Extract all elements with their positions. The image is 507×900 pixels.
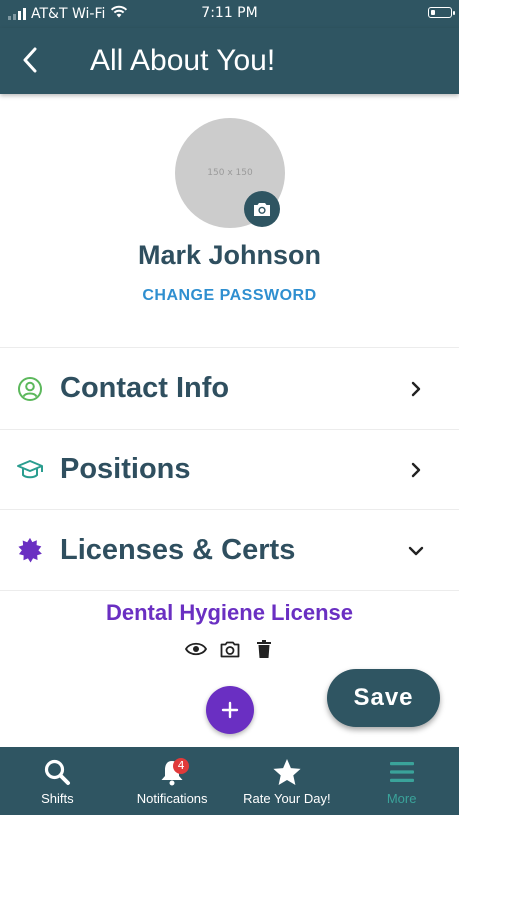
section-title: Positions: [60, 453, 191, 485]
tab-more[interactable]: More: [344, 747, 459, 815]
tab-rate-your-day[interactable]: Rate Your Day!: [230, 747, 345, 815]
tab-label: Notifications: [136, 791, 208, 806]
badge-certificate-icon: [16, 537, 44, 565]
app-header: All About You!: [0, 28, 459, 94]
chevron-right-icon: [404, 377, 428, 401]
menu-icon: [389, 757, 415, 787]
tab-label: More: [386, 791, 417, 806]
notification-count-badge: 4: [173, 758, 190, 774]
trash-icon[interactable]: [253, 638, 275, 660]
battery-icon: [428, 7, 455, 18]
graduation-cap-icon: [16, 456, 44, 484]
bell-icon: 4: [159, 757, 190, 787]
change-photo-button[interactable]: [244, 191, 280, 227]
divider: [0, 509, 459, 510]
section-title: Licenses & Certs: [60, 534, 296, 566]
bottom-tab-bar: Shifts 4 Notifications Rate Your Day! Mo…: [0, 747, 459, 815]
app-screen: AT&T Wi-Fi 7:11 PM All About You! 150 x …: [0, 0, 459, 815]
section-title: Contact Info: [60, 372, 230, 404]
divider: [0, 590, 459, 591]
section-contact-info[interactable]: Contact Info: [0, 349, 459, 429]
divider: [0, 347, 459, 348]
plus-icon: [221, 701, 239, 719]
user-circle-icon: [16, 375, 44, 403]
tab-label: Shifts: [41, 791, 74, 806]
tab-shifts[interactable]: Shifts: [0, 747, 115, 815]
chevron-right-icon: [404, 458, 428, 482]
chevron-down-icon: [404, 539, 428, 563]
save-button[interactable]: Save: [327, 669, 440, 727]
chevron-left-icon: [23, 47, 37, 73]
change-password-link[interactable]: CHANGE PASSWORD: [0, 287, 459, 305]
section-positions[interactable]: Positions: [0, 430, 459, 510]
license-name[interactable]: Dental Hygiene License: [0, 600, 459, 626]
avatar-placeholder-text: 150 x 150: [207, 168, 253, 178]
tab-notifications[interactable]: 4 Notifications: [115, 747, 230, 815]
camera-icon: [254, 202, 270, 216]
back-button[interactable]: [14, 43, 46, 77]
license-actions: [0, 638, 459, 660]
add-license-button[interactable]: [206, 686, 254, 734]
page-title: All About You!: [90, 44, 276, 77]
status-bar: AT&T Wi-Fi 7:11 PM: [0, 0, 459, 28]
star-icon: [272, 757, 302, 787]
section-licenses-certs[interactable]: Licenses & Certs: [0, 511, 459, 591]
camera-icon[interactable]: [219, 638, 241, 660]
status-time: 7:11 PM: [201, 5, 258, 21]
search-icon: [43, 757, 71, 787]
tab-label: Rate Your Day!: [243, 791, 331, 806]
user-name: Mark Johnson: [137, 240, 322, 270]
eye-icon[interactable]: [184, 638, 207, 660]
